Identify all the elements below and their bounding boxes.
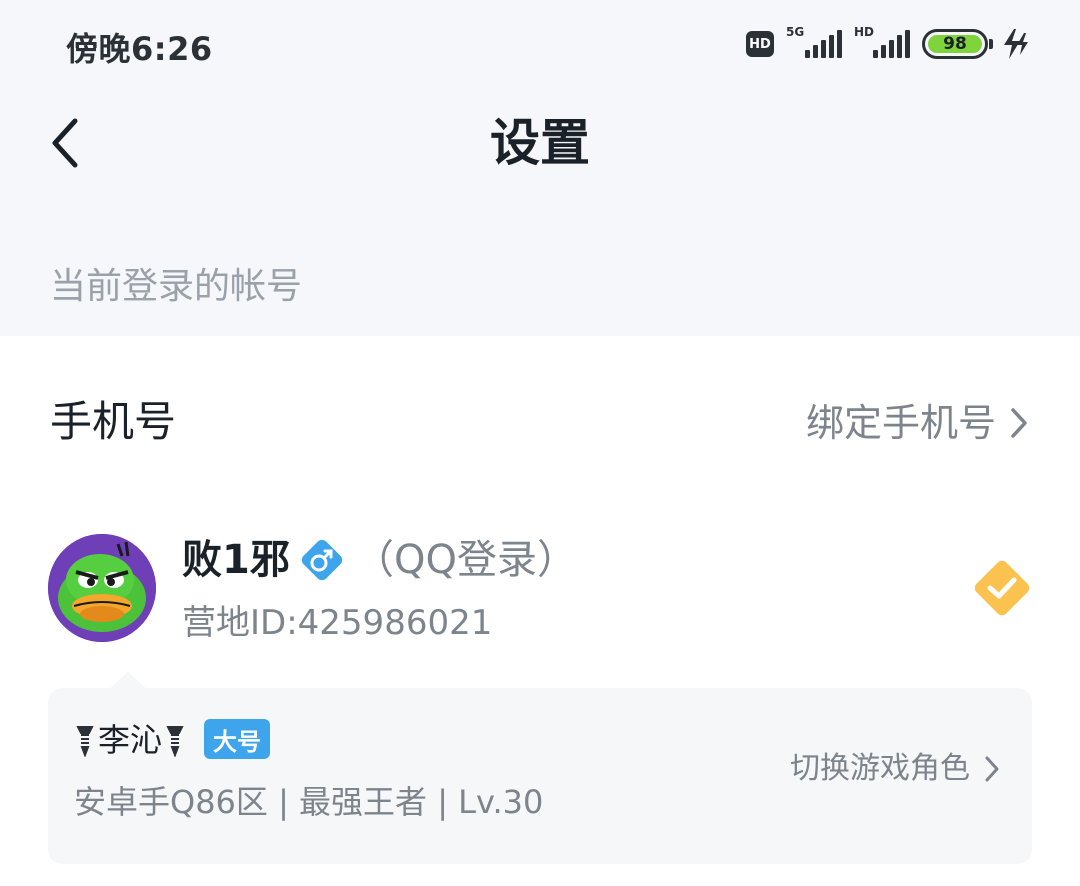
battery-icon: 98	[922, 29, 993, 59]
section-label: 当前登录的帐号	[50, 266, 303, 307]
battery-level: 98	[928, 34, 982, 54]
avatar	[48, 534, 156, 642]
bind-phone-button[interactable]: 绑定手机号	[806, 398, 1028, 448]
bind-phone-label: 绑定手机号	[805, 401, 996, 445]
decoration-left-icon	[76, 726, 94, 757]
switch-role-label: 切换游戏角色	[790, 751, 970, 786]
main-account-badge: 大号	[204, 719, 270, 759]
duck-avatar-icon	[48, 534, 156, 642]
male-gender-icon	[301, 539, 343, 581]
login-type: （QQ登录）	[354, 537, 577, 583]
role-card-pointer	[110, 672, 146, 688]
user-name: 败1邪	[182, 537, 290, 583]
switch-role-button[interactable]: 切换游戏角色	[790, 748, 1000, 790]
selected-check-icon	[974, 560, 1030, 616]
camp-id: 营地ID:425986021	[182, 603, 493, 643]
status-icons: HD 5G HD 98	[746, 24, 1030, 64]
status-time: 傍晚6:26	[66, 30, 213, 68]
phone-label: 手机号	[50, 397, 177, 446]
chevron-right-icon	[1011, 408, 1027, 438]
hd-icon: HD	[746, 31, 774, 57]
signal-5g-icon: 5G	[786, 26, 842, 62]
role-name-group: 李沁	[74, 718, 186, 762]
charging-icon	[1004, 29, 1028, 59]
decoration-right-icon	[166, 726, 184, 757]
signal-5g-tag: 5G	[786, 25, 805, 39]
role-info: 安卓手Q86区 | 最强王者 | Lv.30	[74, 783, 544, 821]
signal-hd-icon: HD	[854, 26, 910, 62]
role-name: 李沁	[98, 721, 163, 759]
signal-hd-tag: HD	[854, 25, 875, 39]
chevron-right-icon	[985, 756, 999, 782]
page-title: 设置	[490, 114, 590, 172]
